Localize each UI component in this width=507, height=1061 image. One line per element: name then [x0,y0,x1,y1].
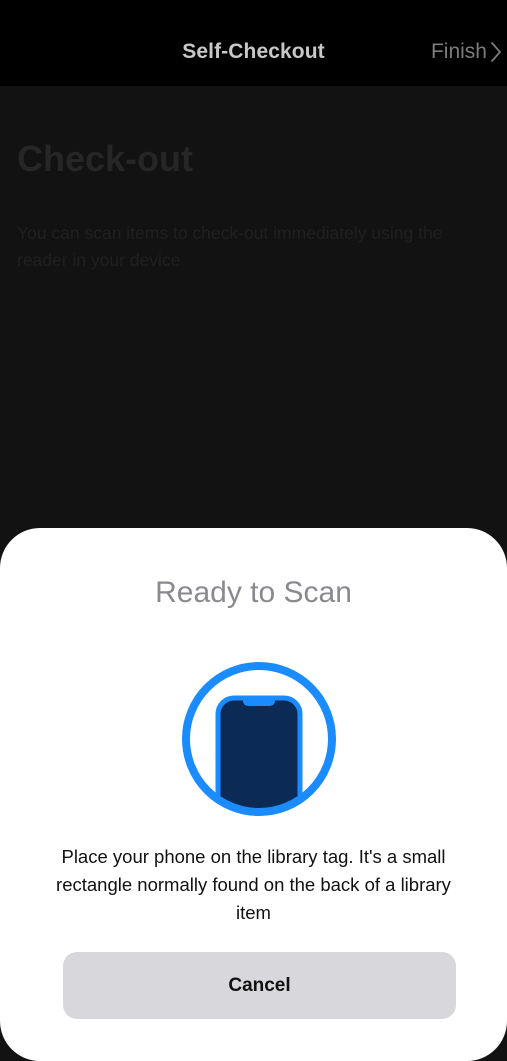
screen: Self-Checkout Finish Check-out You can s… [0,0,507,1061]
phone-scan-icon [182,662,336,816]
sheet-title: Ready to Scan [155,576,352,609]
cancel-button[interactable]: Cancel [63,952,456,1019]
navigation-bar: Self-Checkout Finish [0,0,507,86]
chevron-right-icon [491,42,501,62]
finish-label: Finish [430,40,487,63]
finish-button[interactable]: Finish [431,40,503,64]
page-heading: Check-out [17,138,194,179]
scan-sheet: Ready to Scan Place your phone on the li… [0,528,507,1061]
page-description: You can scan items to check-out immediat… [17,223,443,270]
scan-instructions: Place your phone on the library tag. It'… [56,846,451,923]
